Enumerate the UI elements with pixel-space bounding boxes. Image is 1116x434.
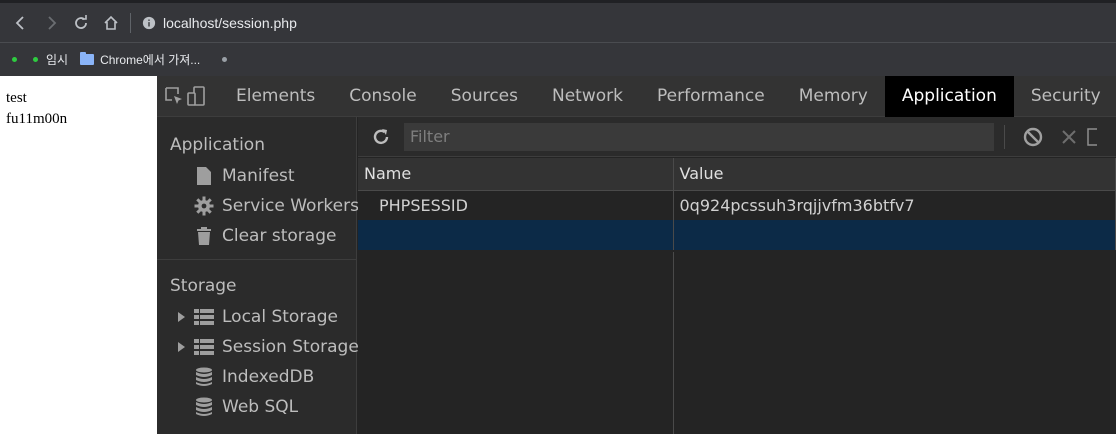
refresh-button[interactable] xyxy=(358,127,404,147)
inspect-element-icon[interactable] xyxy=(163,76,185,117)
gear-icon xyxy=(194,196,214,216)
refresh-icon xyxy=(373,128,389,144)
back-button[interactable] xyxy=(6,8,36,38)
tab-security[interactable]: Security xyxy=(1014,76,1116,117)
column-header-value[interactable]: Value xyxy=(673,158,1116,191)
forward-button[interactable] xyxy=(36,8,66,38)
checkbox-icon[interactable] xyxy=(1087,127,1099,146)
filter-toolbar xyxy=(358,117,1116,157)
sidebar-item-label: IndexedDB xyxy=(222,367,315,387)
sidebar-item-clear-storage[interactable]: Clear storage xyxy=(157,221,356,251)
sidebar-item-label: Clear storage xyxy=(222,226,337,246)
clear-all-button[interactable] xyxy=(1015,126,1051,148)
tab-network[interactable]: Network xyxy=(535,76,640,117)
folder-icon xyxy=(80,52,95,65)
block-icon xyxy=(1023,127,1043,146)
column-header-name[interactable]: Name xyxy=(358,158,674,191)
sidebar-header-storage: Storage xyxy=(170,276,237,296)
table-empty-area xyxy=(358,252,1116,434)
home-icon xyxy=(104,15,118,30)
tab-sources[interactable]: Sources xyxy=(434,76,535,117)
empty-cell[interactable] xyxy=(673,220,1116,250)
expand-triangle-icon[interactable] xyxy=(178,312,185,322)
sidebar-item-label: Local Storage xyxy=(222,307,338,327)
bookmark-item[interactable]: 임시 xyxy=(46,51,68,68)
application-sidebar: Application Manifest Service Workers Cle… xyxy=(157,117,359,434)
sidebar-divider xyxy=(157,259,356,260)
devtools-panel: Elements Console Sources Network Perform… xyxy=(157,75,1116,434)
bookmark-label: 임시 xyxy=(46,53,69,67)
sidebar-item-label: Service Workers xyxy=(222,196,359,216)
sidebar-item-session-storage[interactable]: Session Storage xyxy=(157,332,359,362)
home-button[interactable] xyxy=(96,8,126,38)
grid-icon xyxy=(194,337,214,357)
arrow-right-icon xyxy=(48,15,57,30)
cookies-panel: Name Value PHPSESSID 0q924pcssuh3rqjjvfm… xyxy=(358,117,1116,434)
cookie-name-cell[interactable]: PHPSESSID xyxy=(358,190,674,220)
toolbar-separator xyxy=(1004,124,1005,149)
sidebar-item-web-sql[interactable]: Web SQL xyxy=(157,392,356,422)
status-dot-icon xyxy=(12,57,17,62)
sidebar-item-label: Session Storage xyxy=(222,337,359,357)
column-divider xyxy=(673,252,674,434)
reload-icon xyxy=(75,14,87,29)
table-row[interactable]: PHPSESSID 0q924pcssuh3rqjjvfm36btfv7 xyxy=(358,190,1116,220)
tab-memory[interactable]: Memory xyxy=(782,76,885,117)
devtools-tabbar: Elements Console Sources Network Perform… xyxy=(157,75,1116,117)
address-bar[interactable]: localhost/session.php xyxy=(163,15,297,31)
reload-button[interactable] xyxy=(66,8,96,38)
delete-selected-button[interactable] xyxy=(1051,128,1087,146)
expand-triangle-icon[interactable] xyxy=(178,342,185,352)
database-icon xyxy=(194,367,214,387)
page-content: test fu11m00n xyxy=(0,76,157,434)
sidebar-item-label: Web SQL xyxy=(222,397,299,417)
arrow-left-icon xyxy=(15,15,24,30)
page-text-line: fu11m00n xyxy=(6,111,68,127)
table-row-empty-selected[interactable] xyxy=(358,220,1116,250)
bookmark-overflow-dot-icon[interactable] xyxy=(222,57,228,62)
cookie-value-cell[interactable]: 0q924pcssuh3rqjjvfm36btfv7 xyxy=(673,190,1116,220)
bookmark-folder[interactable]: Chrome에서 가져... xyxy=(80,51,200,68)
browser-toolbar: localhost/session.php xyxy=(0,0,1116,42)
sidebar-item-local-storage[interactable]: Local Storage xyxy=(157,302,356,332)
info-icon[interactable] xyxy=(141,15,157,31)
status-dot-icon xyxy=(33,57,38,62)
database-icon xyxy=(194,397,214,417)
sidebar-header-application: Application xyxy=(170,135,265,155)
document-icon xyxy=(194,166,214,186)
cookies-table: Name Value PHPSESSID 0q924pcssuh3rqjjvfm… xyxy=(358,158,1116,250)
device-toggle-icon[interactable] xyxy=(185,76,207,117)
grid-icon xyxy=(194,307,214,327)
close-icon xyxy=(1062,129,1076,144)
tab-application[interactable]: Application xyxy=(884,75,1014,117)
filter-input[interactable] xyxy=(404,122,994,151)
bookmarks-bar: 임시 Chrome에서 가져... xyxy=(0,42,1116,76)
sidebar-item-manifest[interactable]: Manifest xyxy=(157,161,356,191)
toolbar-separator xyxy=(130,12,131,33)
trash-icon xyxy=(194,226,214,246)
sidebar-item-label: Manifest xyxy=(222,166,295,186)
sidebar-item-indexeddb[interactable]: IndexedDB xyxy=(157,362,356,392)
empty-cell[interactable] xyxy=(358,220,674,250)
sidebar-item-service-workers[interactable]: Service Workers xyxy=(157,191,359,221)
page-text-line: test xyxy=(6,90,27,106)
bookmark-label: Chrome에서 가져... xyxy=(100,53,201,67)
tab-console[interactable]: Console xyxy=(332,76,434,117)
tab-performance[interactable]: Performance xyxy=(640,76,782,117)
tab-elements[interactable]: Elements xyxy=(219,76,332,117)
table-header-row: Name Value xyxy=(358,158,1116,191)
